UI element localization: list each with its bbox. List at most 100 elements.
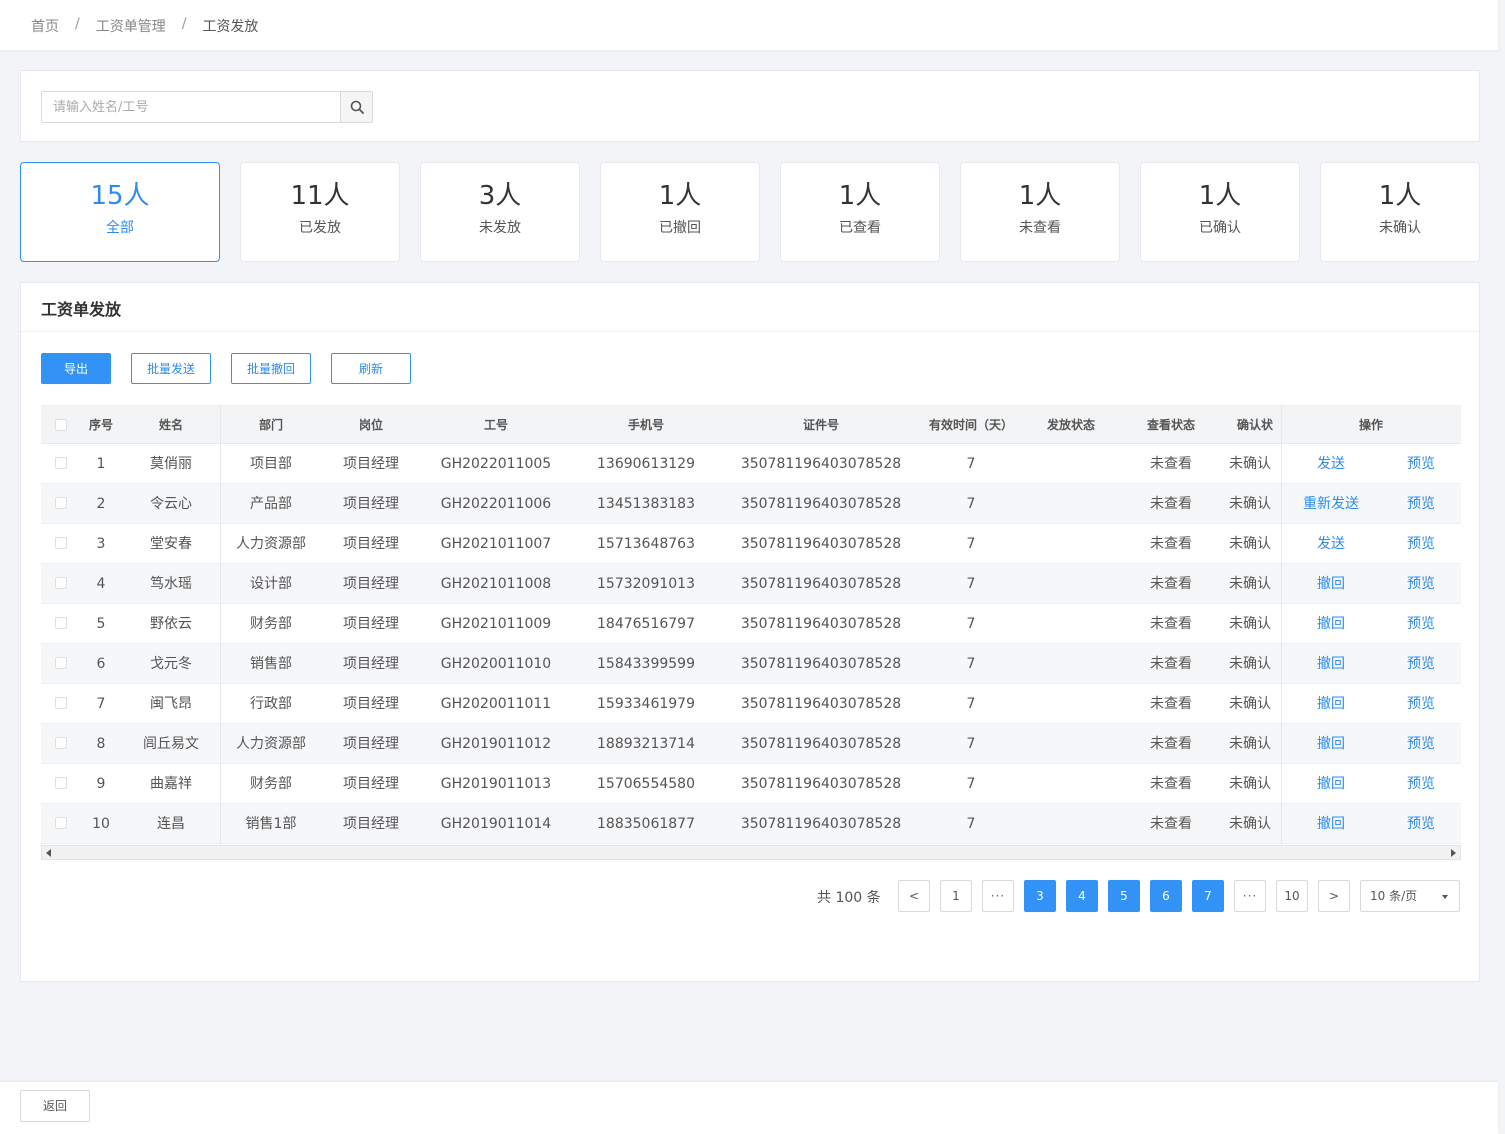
column-header-confirm-status: 确认状 <box>1236 418 1273 432</box>
stat-value: 3人 <box>478 181 522 211</box>
row-position: 项目经理 <box>343 656 399 672</box>
stat-card-confirmed[interactable]: 1人 已确认 <box>1140 162 1300 262</box>
breadcrumb-home[interactable]: 首页 <box>31 16 59 36</box>
row-name: 野依云 <box>150 616 192 632</box>
batch-revoke-button[interactable]: 批量撤回 <box>231 353 311 384</box>
stat-card-revoked[interactable]: 1人 已撤回 <box>600 162 760 262</box>
page-button[interactable]: 6 <box>1150 880 1182 912</box>
row-action-link[interactable]: 撤回 <box>1281 804 1381 844</box>
row-preview-link[interactable]: 预览 <box>1381 444 1461 484</box>
breadcrumb-separator: / <box>75 16 80 32</box>
row-index: 7 <box>96 696 106 712</box>
row-department: 销售部 <box>250 656 292 672</box>
stat-card-unviewed[interactable]: 1人 未查看 <box>960 162 1120 262</box>
row-checkbox[interactable] <box>55 617 67 629</box>
scroll-right-icon[interactable] <box>1451 849 1456 857</box>
row-position: 项目经理 <box>343 456 399 472</box>
page-button[interactable]: 10 <box>1276 880 1308 912</box>
row-action-link[interactable]: 撤回 <box>1281 684 1381 724</box>
row-name: 笃水瑶 <box>150 576 192 592</box>
row-checkbox[interactable] <box>55 657 67 669</box>
stat-label: 全部 <box>106 220 134 236</box>
row-checkbox[interactable] <box>55 577 67 589</box>
page-ellipsis[interactable]: ··· <box>982 880 1014 912</box>
page-ellipsis[interactable]: ··· <box>1234 880 1266 912</box>
stat-card-sent[interactable]: 11人 已发放 <box>240 162 400 262</box>
row-checkbox[interactable] <box>55 777 67 789</box>
scroll-left-icon[interactable] <box>46 849 51 857</box>
row-phone: 15732091013 <box>597 576 695 592</box>
row-action-link[interactable]: 撤回 <box>1281 724 1381 764</box>
panel-title: 工资单发放 <box>21 283 1479 332</box>
row-action-link[interactable]: 撤回 <box>1281 644 1381 684</box>
row-checkbox[interactable] <box>55 497 67 509</box>
stat-card-unsent[interactable]: 3人 未发放 <box>420 162 580 262</box>
row-checkbox[interactable] <box>55 737 67 749</box>
back-button[interactable]: 返回 <box>20 1090 90 1122</box>
stat-value: 1人 <box>1198 181 1242 211</box>
row-department: 财务部 <box>250 616 292 632</box>
row-preview-link[interactable]: 预览 <box>1381 764 1461 804</box>
refresh-button[interactable]: 刷新 <box>331 353 411 384</box>
row-department: 人力资源部 <box>236 536 306 552</box>
row-department: 销售1部 <box>245 816 297 832</box>
page-size-select[interactable]: 10 条/页 <box>1360 880 1460 912</box>
row-checkbox[interactable] <box>55 817 67 829</box>
row-position: 项目经理 <box>343 776 399 792</box>
row-preview-link[interactable]: 预览 <box>1381 644 1461 684</box>
select-all-checkbox[interactable] <box>55 419 67 431</box>
row-name: 令云心 <box>150 496 192 512</box>
export-button[interactable]: 导出 <box>41 353 111 384</box>
stat-card-unconfirmed[interactable]: 1人 未确认 <box>1320 162 1480 262</box>
row-confirm-status: 未确认 <box>1229 776 1271 792</box>
row-action-link[interactable]: 发送 <box>1281 444 1381 484</box>
page-button[interactable]: 5 <box>1108 880 1140 912</box>
stat-value: 1人 <box>1378 181 1422 211</box>
page-button[interactable]: 7 <box>1192 880 1224 912</box>
row-view-status: 未查看 <box>1150 496 1192 512</box>
row-action-link[interactable]: 重新发送 <box>1281 484 1381 524</box>
row-valid-days: 7 <box>966 656 976 672</box>
prev-page-button[interactable]: < <box>898 880 930 912</box>
row-preview-link[interactable]: 预览 <box>1381 804 1461 844</box>
row-action-link[interactable]: 撤回 <box>1281 604 1381 644</box>
row-action-link[interactable]: 撤回 <box>1281 564 1381 604</box>
row-preview-link[interactable]: 预览 <box>1381 564 1461 604</box>
stat-label: 已发放 <box>299 220 341 236</box>
row-job-number: GH2019011012 <box>440 736 552 752</box>
table-row: 7 闽飞昂 行政部 项目经理 GH2020011011 15933461979 350781… <box>41 684 1461 724</box>
row-checkbox[interactable] <box>55 697 67 709</box>
row-confirm-status: 未确认 <box>1229 816 1271 832</box>
page-button[interactable]: 1 <box>940 880 972 912</box>
row-action-link[interactable]: 撤回 <box>1281 764 1381 804</box>
next-page-button[interactable]: > <box>1318 880 1350 912</box>
page-button[interactable]: 4 <box>1066 880 1098 912</box>
table-row: 3 堂安春 人力资源部 项目经理 GH2021011007 15713648763 3507… <box>41 524 1461 564</box>
row-checkbox[interactable] <box>55 457 67 469</box>
stat-card-all[interactable]: 15人 全部 <box>20 162 220 262</box>
row-preview-link[interactable]: 预览 <box>1381 524 1461 564</box>
payroll-table: 序号 姓名 部门 岗位 工号 手机号 证件号 有效时间（天） 发放状态 查看状态… <box>41 405 1461 860</box>
horizontal-scrollbar[interactable] <box>41 845 1461 860</box>
row-name: 堂安春 <box>150 536 192 552</box>
row-view-status: 未查看 <box>1150 816 1192 832</box>
row-preview-link[interactable]: 预览 <box>1381 724 1461 764</box>
stat-card-viewed[interactable]: 1人 已查看 <box>780 162 940 262</box>
stat-value: 1人 <box>1018 181 1062 211</box>
row-preview-link[interactable]: 预览 <box>1381 484 1461 524</box>
row-action-link[interactable]: 发送 <box>1281 524 1381 564</box>
row-confirm-status: 未确认 <box>1229 576 1271 592</box>
stat-label: 已查看 <box>839 220 881 236</box>
row-position: 项目经理 <box>343 536 399 552</box>
row-preview-link[interactable]: 预览 <box>1381 684 1461 724</box>
row-id-number: 350781196403078528 <box>740 456 902 472</box>
row-position: 项目经理 <box>343 496 399 512</box>
row-checkbox[interactable] <box>55 537 67 549</box>
search-button[interactable] <box>340 92 372 122</box>
batch-send-button[interactable]: 批量发送 <box>131 353 211 384</box>
row-view-status: 未查看 <box>1150 736 1192 752</box>
row-preview-link[interactable]: 预览 <box>1381 604 1461 644</box>
page-button[interactable]: 3 <box>1024 880 1056 912</box>
breadcrumb-payroll-management[interactable]: 工资单管理 <box>96 16 166 36</box>
search-input[interactable] <box>42 92 340 122</box>
